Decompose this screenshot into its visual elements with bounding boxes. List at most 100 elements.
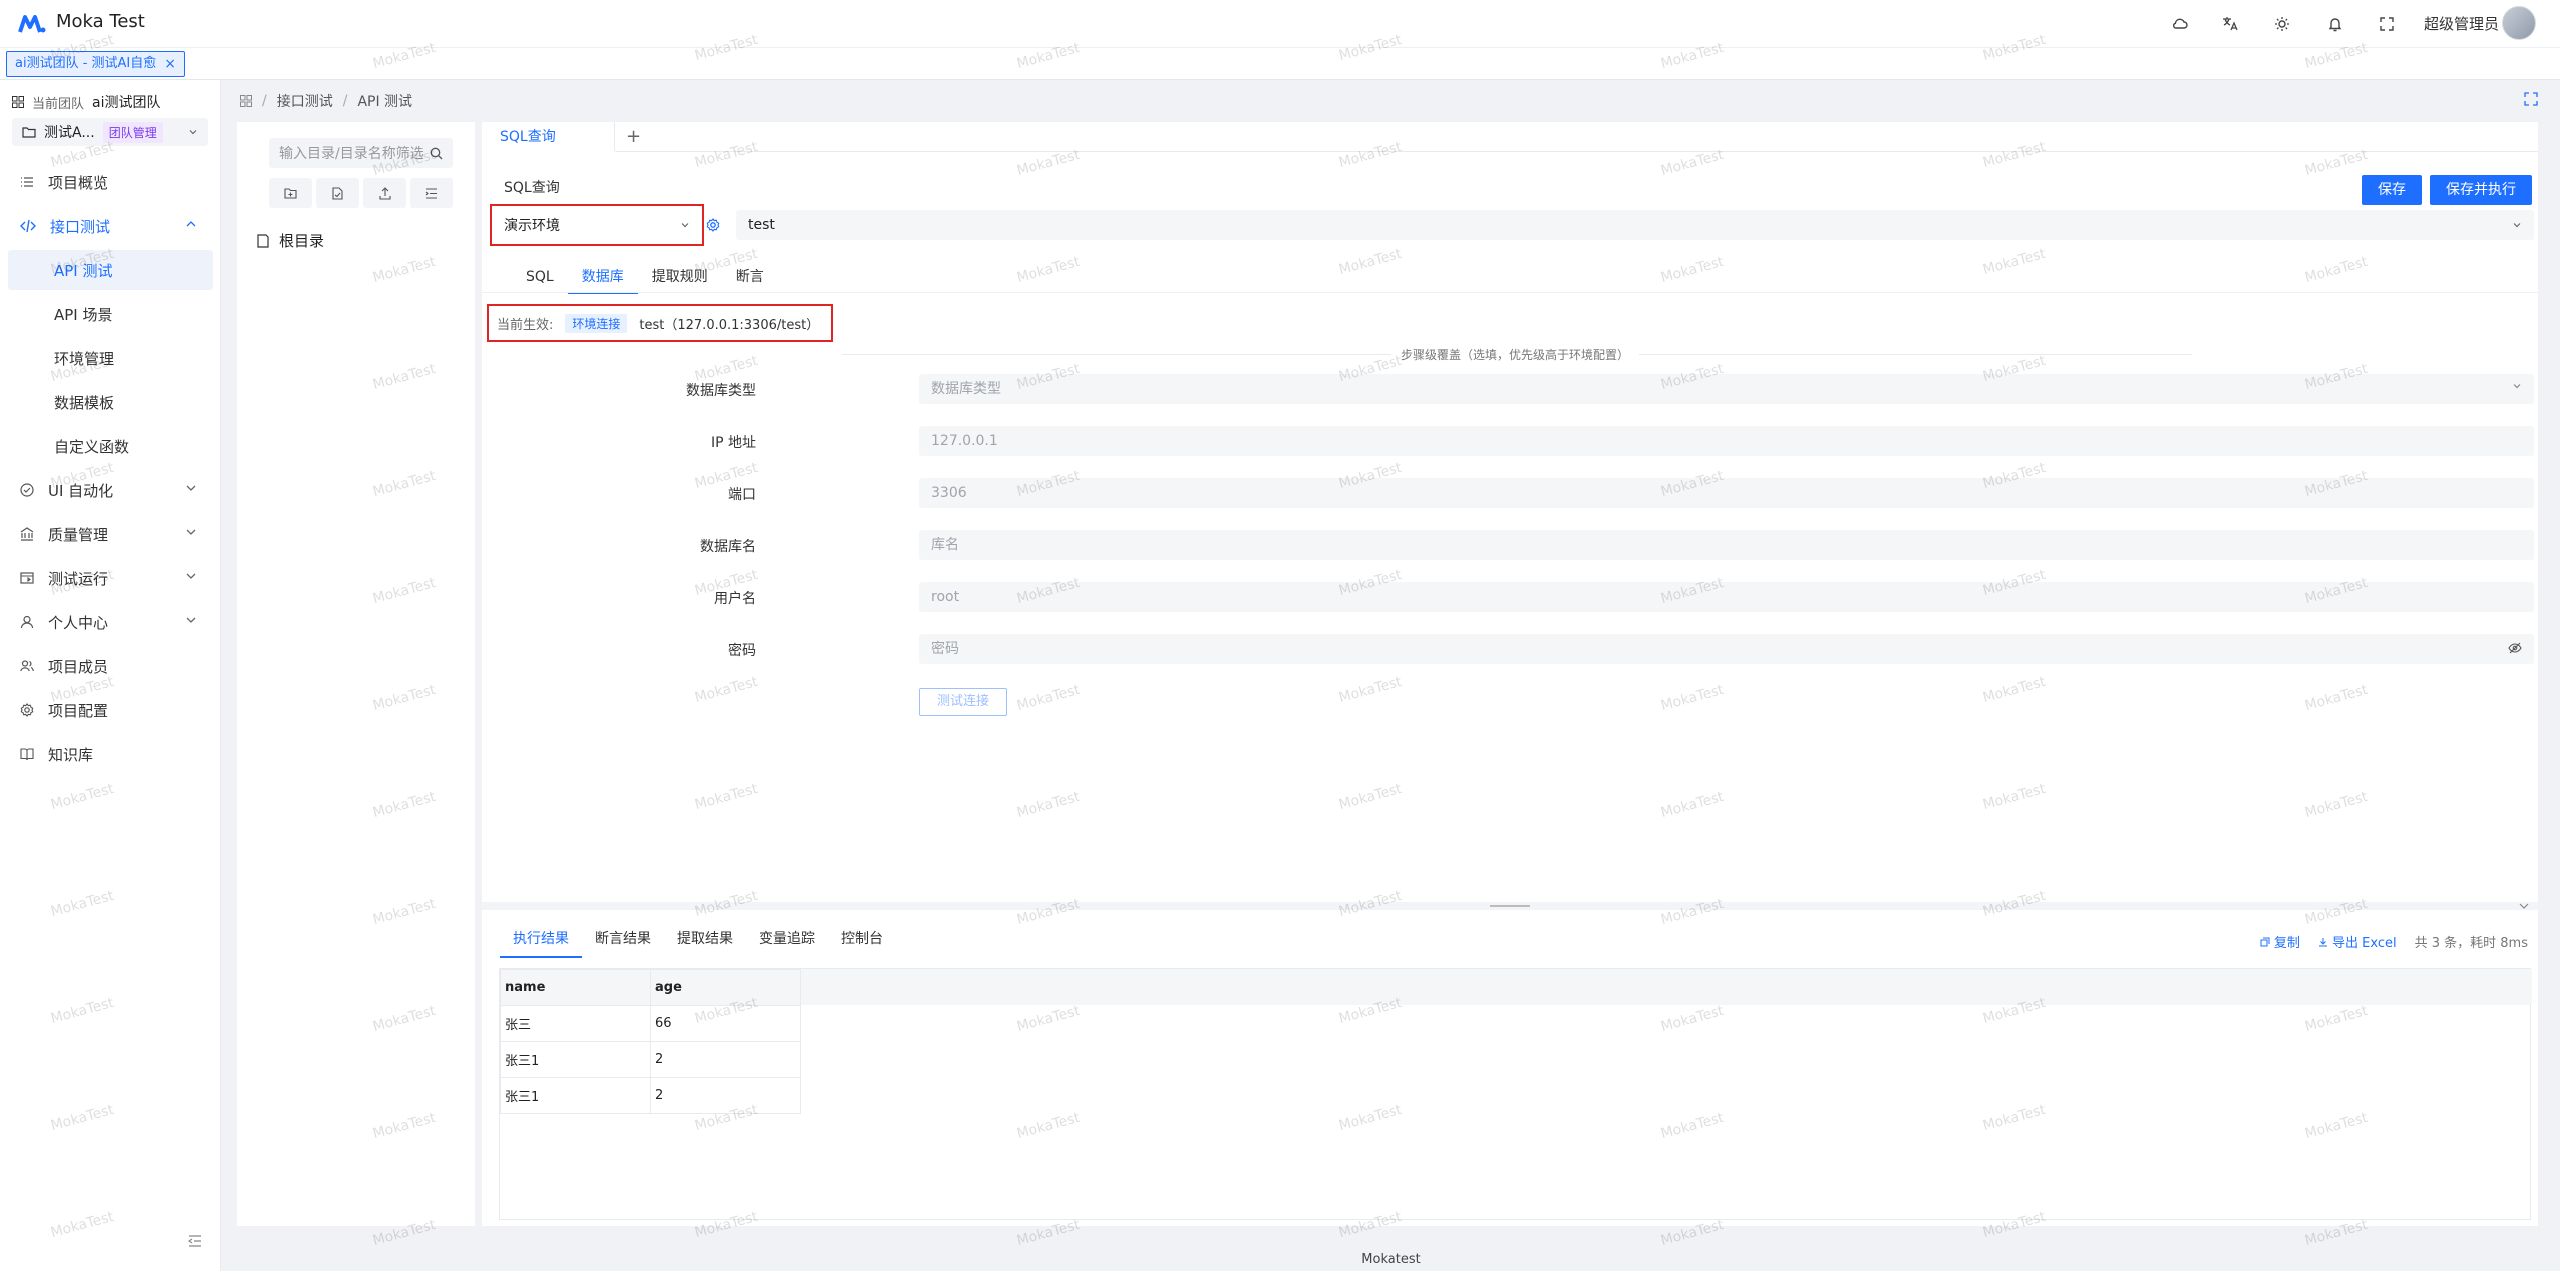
grid-icon[interactable]	[240, 95, 252, 107]
tab-database[interactable]: 数据库	[567, 264, 638, 294]
tab-variable-trace[interactable]: 变量追踪	[746, 924, 828, 958]
avatar[interactable]	[2502, 6, 2536, 40]
nav-api-testing[interactable]: 接口测试	[0, 204, 221, 248]
tab-extract-result[interactable]: 提取结果	[664, 924, 746, 958]
project-select[interactable]: 测试A... 团队管理	[12, 118, 208, 146]
username-field[interactable]: root	[919, 582, 2534, 612]
chevron-down-icon	[189, 130, 197, 135]
folder-add-icon	[284, 188, 297, 199]
nav-sub-api-scene[interactable]: API 场景	[8, 294, 213, 334]
nav-project-overview[interactable]: 项目概览	[0, 160, 221, 204]
panel-splitter[interactable]	[482, 902, 2538, 910]
nav-sub-api-test[interactable]: API 测试	[8, 250, 213, 290]
save-run-button[interactable]: 保存并执行	[2430, 175, 2532, 205]
nav-test-run[interactable]: 测试运行	[0, 556, 221, 600]
eye-hidden-icon[interactable]	[2508, 641, 2522, 655]
export-excel-button[interactable]: 导出 Excel	[2318, 932, 2397, 951]
current-team: 当前团队 ai测试团队	[12, 92, 160, 112]
tree-root-node[interactable]: 根目录	[257, 230, 324, 251]
nav-ui-automation[interactable]: UI 自动化	[0, 468, 221, 512]
nav-sub-data-template[interactable]: 数据模板	[8, 382, 213, 422]
ip-field[interactable]: 127.0.0.1	[919, 426, 2534, 456]
override-caption: 步骤级覆盖（选填，优先级高于环境配置）	[1391, 346, 1640, 363]
tree-search-input[interactable]: 输入目录/目录名称筛选	[269, 138, 453, 168]
test-connection-button[interactable]: 测试连接	[919, 688, 1007, 716]
tab-assertion[interactable]: 断言	[722, 264, 778, 294]
tab-assert-result[interactable]: 断言结果	[582, 924, 664, 958]
search-icon[interactable]	[430, 147, 443, 160]
sidebar: 当前团队 ai测试团队 测试A... 团队管理 项目概览 接口测试 API 测试…	[0, 80, 221, 1271]
nav-label: 项目配置	[48, 701, 109, 720]
app-title: Moka Test	[56, 11, 145, 32]
field-placeholder: root	[931, 589, 960, 605]
nav-personal-center[interactable]: 个人中心	[0, 600, 221, 644]
fullscreen-icon[interactable]	[2377, 14, 2397, 34]
nav-label: 接口测试	[50, 217, 111, 236]
tab-console[interactable]: 控制台	[828, 924, 896, 958]
result-actions: 复制 导出 Excel 共 3 条，耗时 8ms	[2260, 932, 2528, 951]
run-icon	[20, 572, 34, 584]
port-field[interactable]: 3306	[919, 478, 2534, 508]
nav-quality-manage[interactable]: 质量管理	[0, 512, 221, 556]
new-folder-button[interactable]	[269, 178, 312, 208]
cloud-icon[interactable]	[2170, 14, 2190, 34]
field-label: 密码	[728, 643, 756, 659]
result-stat: 共 3 条，耗时 8ms	[2414, 936, 2528, 951]
password-field[interactable]: 密码	[919, 634, 2534, 664]
field-placeholder: 密码	[931, 641, 959, 657]
translate-icon[interactable]	[2220, 14, 2240, 34]
expand-icon[interactable]	[2524, 92, 2538, 106]
new-file-button[interactable]	[316, 178, 359, 208]
breadcrumb-sep: /	[342, 93, 348, 109]
import-button[interactable]	[363, 178, 406, 208]
form-row-username: 用户名 root	[482, 582, 2538, 612]
status-badge: 环境连接	[565, 313, 628, 333]
close-icon[interactable]: ×	[164, 57, 176, 71]
copy-icon	[2260, 937, 2270, 947]
tab-extract-rules[interactable]: 提取规则	[638, 264, 722, 294]
tab-sql-query[interactable]: SQL查询	[482, 122, 615, 152]
team-label: 当前团队	[32, 96, 85, 112]
tab-exec-result[interactable]: 执行结果	[500, 924, 582, 958]
drag-handle[interactable]	[1490, 905, 1530, 907]
sort-button[interactable]	[410, 178, 453, 208]
copy-label: 复制	[2273, 936, 2300, 951]
nav-sub-label: 数据模板	[54, 393, 115, 412]
folder-icon	[22, 127, 36, 138]
nav-sub-custom-func[interactable]: 自定义函数	[8, 426, 213, 466]
moka-logo-icon	[18, 15, 46, 33]
db-type-select[interactable]: 数据库类型	[919, 374, 2534, 404]
database-value: test	[748, 217, 775, 233]
current-label: 当前生效:	[497, 317, 554, 333]
nav-project-config[interactable]: 项目配置	[0, 688, 221, 732]
bell-icon[interactable]	[2325, 14, 2345, 34]
tab-sql[interactable]: SQL	[512, 264, 568, 294]
collapse-menu-icon[interactable]	[188, 1235, 202, 1247]
table-header-row: name age	[500, 969, 801, 1006]
theme-sun-icon[interactable]	[2272, 14, 2292, 34]
nav-project-members[interactable]: 项目成员	[0, 644, 221, 688]
save-button[interactable]: 保存	[2362, 175, 2422, 205]
db-name-field[interactable]: 库名	[919, 530, 2534, 560]
environment-select[interactable]: 演示环境	[490, 204, 704, 246]
page-tag[interactable]: ai测试团队 - 测试AI自愈 ×	[6, 51, 185, 77]
table-cell: 2	[650, 1041, 801, 1078]
chevron-down-icon	[186, 617, 196, 623]
book-icon	[20, 748, 34, 761]
chevron-down-icon	[2513, 384, 2521, 389]
copy-button[interactable]: 复制	[2260, 932, 2300, 951]
field-placeholder: 数据库类型	[931, 381, 1001, 397]
nav-knowledge-base[interactable]: 知识库	[0, 732, 221, 776]
chevron-down-icon[interactable]	[2518, 900, 2530, 912]
field-placeholder: 3306	[931, 485, 967, 501]
nav-sub-env-manage[interactable]: 环境管理	[8, 338, 213, 378]
gear-icon[interactable]	[706, 218, 720, 232]
code-icon	[20, 219, 36, 233]
grid-icon	[12, 96, 24, 108]
column-header: age	[650, 969, 801, 1006]
add-tab-button[interactable]: +	[626, 126, 641, 147]
chevron-down-icon	[186, 573, 196, 579]
user-name[interactable]: 超级管理员	[2424, 13, 2499, 34]
database-select[interactable]: test	[736, 210, 2534, 240]
breadcrumb-item[interactable]: 接口测试	[277, 91, 333, 111]
